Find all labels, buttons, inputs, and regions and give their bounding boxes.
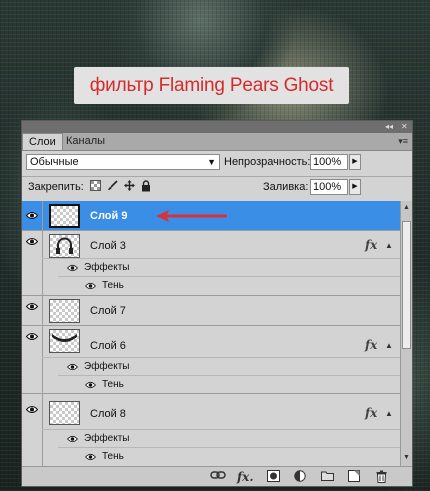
layers-scrollbar[interactable]: ▲ ▼ — [400, 201, 412, 466]
layer-thumbnail[interactable] — [49, 234, 80, 258]
effects-label[interactable]: Эффекты — [84, 259, 129, 276]
expand-effects-icon[interactable]: ▲ — [385, 341, 393, 350]
close-panel-icon[interactable]: ✕ — [401, 122, 408, 132]
scroll-up-icon[interactable]: ▲ — [402, 203, 411, 213]
fx-icon[interactable]: fx — [365, 338, 377, 352]
lock-pixels-brush-icon[interactable] — [106, 180, 118, 192]
effect-item: Тень — [58, 375, 400, 393]
scroll-down-icon[interactable]: ▼ — [402, 453, 411, 463]
effects-group: Эффекты — [42, 258, 400, 276]
panel-title-strip: ◂◂ ✕ — [22, 121, 412, 133]
layer-name[interactable]: Слой 3 — [90, 239, 126, 253]
eye-icon — [67, 363, 78, 371]
visibility-toggle[interactable] — [22, 296, 43, 325]
visibility-toggle[interactable] — [22, 326, 43, 393]
new-layer-icon[interactable] — [346, 470, 362, 484]
layer-row-8[interactable]: Слой 8 fx ▲ Эффекты Тень — [22, 394, 400, 466]
expand-effects-icon[interactable]: ▲ — [385, 241, 393, 250]
panel-menu-icon[interactable]: ▾≡ — [398, 136, 408, 147]
eye-icon — [26, 238, 38, 245]
arc-thumbnail-icon — [52, 334, 77, 342]
tab-layers[interactable]: Слои — [22, 133, 63, 150]
layer-thumbnail[interactable] — [49, 329, 80, 353]
fill-field[interactable]: 100% — [310, 179, 348, 195]
caption-label: фильтр Flaming Pears Ghost — [74, 67, 349, 104]
opacity-slider-arrow-icon[interactable]: ▶ — [349, 154, 361, 170]
fx-icon[interactable]: fx — [365, 238, 377, 252]
adjustment-layer-icon[interactable] — [292, 470, 308, 484]
eye-icon — [85, 282, 96, 290]
effects-label[interactable]: Эффекты — [84, 358, 129, 375]
eye-icon — [85, 453, 96, 461]
effects-group: Эффекты — [42, 429, 400, 447]
trash-icon[interactable] — [373, 470, 389, 484]
blend-opacity-row: Обычные ▼ Непрозрачность: 100% ▶ — [22, 151, 412, 175]
add-style-fx-icon[interactable]: fx. — [237, 470, 254, 484]
layer-name[interactable]: Слой 6 — [90, 339, 126, 353]
layers-list: Слой 9 Слой 3 fx ▲ Эффекты Тень Слой 7 С… — [22, 201, 400, 466]
lock-all-icon[interactable] — [140, 180, 152, 192]
collapse-icon[interactable]: ◂◂ — [385, 122, 393, 132]
lock-position-move-icon[interactable] — [123, 180, 135, 192]
layer-row-7[interactable]: Слой 7 — [22, 296, 400, 326]
chevron-down-icon: ▼ — [207, 157, 216, 167]
headphones-thumbnail-icon — [56, 237, 73, 254]
lock-transparency-icon[interactable] — [89, 180, 101, 192]
effects-label[interactable]: Эффекты — [84, 430, 129, 447]
fill-label: Заливка: — [263, 181, 309, 193]
effect-shadow-label[interactable]: Тень — [102, 277, 124, 294]
layer-row-6[interactable]: Слой 6 fx ▲ Эффекты Тень — [22, 326, 400, 394]
layer-thumbnail[interactable] — [49, 299, 80, 323]
layer-thumbnail[interactable] — [49, 204, 80, 228]
eye-icon — [85, 381, 96, 389]
mask-icon[interactable] — [265, 470, 281, 484]
panel-tab-bar: Слои Каналы ▾≡ — [22, 133, 412, 151]
eye-icon — [26, 212, 38, 219]
lock-fill-row: Закрепить: Заливка: 100% ▶ — [22, 177, 412, 199]
expand-effects-icon[interactable]: ▲ — [385, 409, 393, 418]
layer-row-9[interactable]: Слой 9 — [22, 201, 400, 231]
eye-icon — [67, 264, 78, 272]
layers-panel: ◂◂ ✕ Слои Каналы ▾≡ Обычные ▼ Непрозрачн… — [21, 120, 413, 487]
opacity-field[interactable]: 100% — [310, 154, 348, 170]
effects-group: Эффекты — [42, 357, 400, 375]
layer-name[interactable]: Слой 8 — [90, 407, 126, 421]
link-icon[interactable] — [210, 470, 226, 484]
layer-name[interactable]: Слой 7 — [90, 304, 126, 318]
scrollbar-thumb[interactable] — [402, 221, 411, 349]
layer-name[interactable]: Слой 9 — [90, 209, 127, 223]
visibility-toggle[interactable] — [22, 394, 43, 466]
red-arrow-annotation — [156, 210, 227, 222]
fill-slider-arrow-icon[interactable]: ▶ — [349, 179, 361, 195]
blend-mode-select[interactable]: Обычные ▼ — [26, 154, 220, 170]
group-folder-icon[interactable] — [319, 470, 335, 484]
eye-icon — [26, 333, 38, 340]
fx-icon[interactable]: fx — [365, 406, 377, 420]
tab-channels[interactable]: Каналы — [60, 133, 111, 150]
layer-thumbnail[interactable] — [49, 401, 80, 425]
effect-item: Тень — [58, 276, 400, 294]
eye-icon — [26, 406, 38, 413]
panel-bottom-toolbar: fx. — [22, 466, 412, 486]
effect-item: Тень — [58, 447, 400, 465]
blend-mode-value: Обычные — [30, 156, 79, 168]
eye-icon — [26, 303, 38, 310]
effect-shadow-label[interactable]: Тень — [102, 376, 124, 393]
lock-label: Закрепить: — [28, 181, 84, 193]
layer-row-3[interactable]: Слой 3 fx ▲ Эффекты Тень — [22, 231, 400, 296]
visibility-toggle[interactable] — [22, 231, 43, 295]
visibility-toggle[interactable] — [22, 201, 43, 230]
eye-icon — [67, 435, 78, 443]
opacity-label: Непрозрачность: — [224, 156, 311, 168]
effect-shadow-label[interactable]: Тень — [102, 448, 124, 465]
